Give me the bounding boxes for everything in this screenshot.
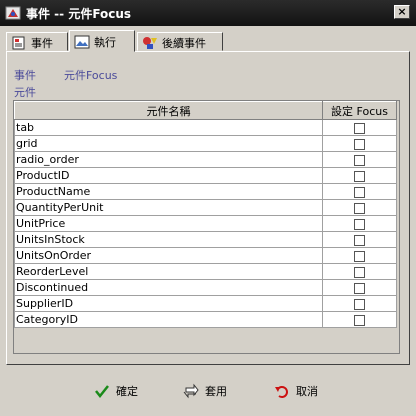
- focus-cell: [322, 231, 397, 248]
- component-name-cell: radio_order: [14, 151, 323, 168]
- close-icon: ×: [397, 5, 407, 18]
- app-icon: [5, 6, 21, 20]
- focus-cell: [322, 247, 397, 264]
- component-name-cell: UnitsOnOrder: [14, 247, 323, 264]
- focus-checkbox[interactable]: [354, 282, 365, 294]
- component-grid[interactable]: 元件名稱 設定 Focus tab grid radio_order ProductI…: [13, 100, 400, 354]
- focus-cell: [322, 311, 397, 328]
- focus-cell: [322, 215, 397, 232]
- component-name-cell: ReorderLevel: [14, 263, 323, 280]
- table-row[interactable]: QuantityPerUnit: [14, 199, 397, 216]
- shapes-icon: [143, 36, 157, 49]
- tab-event-label: 事件: [31, 36, 53, 50]
- tab-follow-up-label: 後續事件: [162, 36, 206, 50]
- focus-checkbox[interactable]: [354, 186, 365, 198]
- component-name-cell: ProductName: [14, 183, 323, 200]
- focus-checkbox[interactable]: [354, 202, 365, 214]
- table-row[interactable]: UnitPrice: [14, 215, 397, 232]
- focus-cell: [322, 135, 397, 152]
- table-row[interactable]: grid: [14, 135, 397, 152]
- table-row[interactable]: ProductID: [14, 167, 397, 184]
- focus-cell: [322, 199, 397, 216]
- component-name-cell: tab: [14, 119, 323, 136]
- table-row[interactable]: tab: [14, 119, 397, 136]
- focus-cell: [322, 119, 397, 136]
- component-name-cell: CategoryID: [14, 311, 323, 328]
- focus-checkbox[interactable]: [354, 250, 365, 262]
- component-name-cell: Discontinued: [14, 279, 323, 296]
- component-name-cell: UnitsInStock: [14, 231, 323, 248]
- component-name-cell: UnitPrice: [14, 215, 323, 232]
- component-name-cell: grid: [14, 135, 323, 152]
- ok-button-label: 確定: [116, 385, 138, 398]
- focus-cell: [322, 279, 397, 296]
- focus-checkbox[interactable]: [354, 122, 365, 134]
- component-name-cell: ProductID: [14, 167, 323, 184]
- component-name-cell: QuantityPerUnit: [14, 199, 323, 216]
- focus-cell: [322, 295, 397, 312]
- undo-icon: [275, 386, 288, 398]
- ok-button[interactable]: 確定: [94, 380, 138, 402]
- focus-cell: [322, 183, 397, 200]
- table-row[interactable]: UnitsInStock: [14, 231, 397, 248]
- focus-cell: [322, 167, 397, 184]
- column-header-focus[interactable]: 設定 Focus: [322, 101, 397, 120]
- table-row[interactable]: ProductName: [14, 183, 397, 200]
- focus-checkbox[interactable]: [354, 154, 365, 166]
- table-row[interactable]: SupplierID: [14, 295, 397, 312]
- focus-cell: [322, 151, 397, 168]
- tab-execute-label: 執行: [94, 36, 116, 49]
- checkmark-icon: [95, 385, 109, 399]
- table-row[interactable]: ReorderLevel: [14, 263, 397, 280]
- focus-cell: [322, 263, 397, 280]
- table-row[interactable]: Discontinued: [14, 279, 397, 296]
- apply-icon: [183, 383, 199, 399]
- table-header-row: 元件名稱 設定 Focus: [14, 101, 397, 120]
- event-value: 元件Focus: [64, 69, 118, 82]
- tab-follow-up[interactable]: 後續事件: [137, 32, 223, 51]
- cancel-button[interactable]: 取消: [274, 380, 318, 402]
- table-row[interactable]: CategoryID: [14, 311, 397, 328]
- image-icon: [74, 35, 90, 49]
- focus-checkbox[interactable]: [354, 298, 365, 310]
- focus-checkbox[interactable]: [354, 234, 365, 246]
- apply-button[interactable]: 套用: [183, 380, 227, 402]
- apply-button-label: 套用: [205, 385, 227, 398]
- tab-execute[interactable]: 執行: [69, 30, 135, 52]
- title-bar[interactable]: 事件 -- 元件Focus ×: [0, 0, 416, 26]
- focus-checkbox[interactable]: [354, 266, 365, 278]
- focus-checkbox[interactable]: [354, 314, 365, 326]
- cancel-button-label: 取消: [296, 385, 318, 398]
- document-icon: [12, 36, 25, 49]
- column-header-name[interactable]: 元件名稱: [14, 101, 323, 120]
- component-name-cell: SupplierID: [14, 295, 323, 312]
- component-table: 元件名稱 設定 Focus tab grid radio_order ProductI…: [14, 101, 397, 328]
- event-label: 事件: [14, 69, 36, 82]
- window-title: 事件 -- 元件Focus: [26, 7, 132, 21]
- tab-event[interactable]: 事件: [6, 32, 68, 51]
- close-button[interactable]: ×: [394, 5, 410, 19]
- focus-checkbox[interactable]: [354, 170, 365, 182]
- focus-checkbox[interactable]: [354, 218, 365, 230]
- component-label: 元件: [14, 86, 36, 99]
- table-row[interactable]: radio_order: [14, 151, 397, 168]
- table-row[interactable]: UnitsOnOrder: [14, 247, 397, 264]
- focus-checkbox[interactable]: [354, 138, 365, 150]
